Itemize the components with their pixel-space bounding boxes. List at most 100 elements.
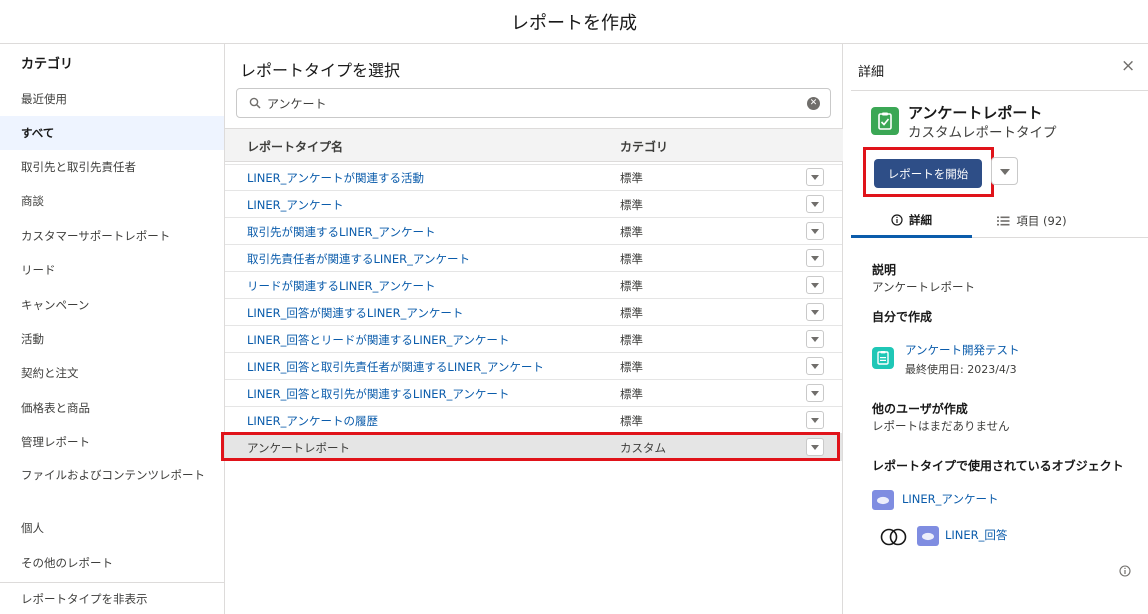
row-menu-chevron-down-icon[interactable] [806, 438, 824, 456]
join-icon [880, 528, 908, 550]
sidebar-item-other-reports[interactable]: その他のレポート [0, 546, 224, 580]
start-button-highlight: レポートを開始 [863, 147, 994, 197]
close-icon[interactable]: × [1121, 56, 1135, 76]
detail-panel: 詳細 × アンケートレポート カスタムレポートタイプ レポートを開始 詳細 項目… [843, 44, 1148, 614]
table-row-selected[interactable]: アンケートレポート カスタム [225, 434, 842, 461]
row-menu-chevron-down-icon[interactable] [806, 411, 824, 429]
sidebar-item-recent[interactable]: 最近使用 [0, 82, 224, 116]
report-type-name[interactable]: LINER_アンケートが関連する活動 [247, 170, 424, 186]
report-icon [872, 347, 894, 369]
start-report-menu-chevron-down-icon[interactable] [991, 157, 1018, 185]
info-icon [891, 213, 903, 226]
report-type-category: 標準 [620, 225, 643, 239]
table-row[interactable]: 取引先が関連するLINER_アンケート 標準 [225, 218, 842, 245]
hide-report-types-link[interactable]: レポートタイプを非表示 [0, 582, 224, 614]
own-report-last-used: 最終使用日: 2023/4/3 [905, 363, 1017, 376]
tab-fields[interactable]: 項目 (92) [972, 204, 1092, 238]
object-link[interactable]: LINER_アンケート [902, 491, 998, 507]
clear-search-icon[interactable]: ✕ [807, 97, 820, 110]
table-row[interactable]: LINER_回答と取引先責任者が関連するLINER_アンケート 標準 [225, 353, 842, 380]
report-type-category: 標準 [620, 333, 643, 347]
report-type-category: カスタム [620, 441, 666, 455]
object-icon [872, 490, 894, 510]
object-icon [917, 526, 939, 546]
report-type-list-panel: レポートタイプを選択 アンケート ✕ レポートタイプ名 カテゴリ LINER_ア… [225, 44, 843, 614]
object-link[interactable]: LINER_回答 [945, 527, 1007, 543]
start-report-button[interactable]: レポートを開始 [874, 159, 982, 188]
sidebar-heading: カテゴリ [21, 57, 74, 72]
sidebar-item-customer-support[interactable]: カスタマーサポートレポート [0, 219, 224, 253]
row-menu-chevron-down-icon[interactable] [806, 303, 824, 321]
report-type-name[interactable]: LINER_アンケート [247, 197, 343, 213]
report-type-title: アンケートレポート [908, 104, 1043, 122]
row-menu-chevron-down-icon[interactable] [806, 276, 824, 294]
report-type-category: 標準 [620, 414, 643, 428]
sidebar-item-campaigns[interactable]: キャンペーン [0, 288, 224, 322]
report-type-category: 標準 [620, 198, 643, 212]
search-input[interactable]: アンケート ✕ [236, 88, 831, 118]
tab-details-label: 詳細 [909, 212, 932, 227]
table-row[interactable]: LINER_アンケートが関連する活動 標準 [225, 164, 842, 191]
created-by-others-text: レポートはまだありません [872, 419, 1010, 433]
table-row[interactable]: LINER_回答とリードが関連するLINER_アンケート 標準 [225, 326, 842, 353]
column-header-category[interactable]: カテゴリ [620, 138, 668, 155]
report-type-name[interactable]: アンケートレポート [247, 440, 350, 456]
report-type-name[interactable]: 取引先が関連するLINER_アンケート [247, 224, 435, 240]
report-type-category: 標準 [620, 171, 643, 185]
detail-tabs: 詳細 項目 (92) [851, 204, 1148, 238]
report-type-category: 標準 [620, 360, 643, 374]
table-row[interactable]: 取引先責任者が関連するLINER_アンケート 標準 [225, 245, 842, 272]
search-icon [243, 88, 267, 118]
report-type-subtitle: カスタムレポートタイプ [908, 125, 1057, 141]
table-row[interactable]: LINER_回答が関連するLINER_アンケート 標準 [225, 299, 842, 326]
tab-details[interactable]: 詳細 [851, 204, 972, 238]
created-by-me-label: 自分で作成 [872, 310, 933, 324]
report-type-name[interactable]: LINER_アンケートの履歴 [247, 413, 378, 429]
sidebar-item-all[interactable]: すべて [0, 116, 224, 150]
table-row[interactable]: リードが関連するLINER_アンケート 標準 [225, 272, 842, 299]
report-type-category: 標準 [620, 252, 643, 266]
table-row[interactable]: LINER_アンケートの履歴 標準 [225, 407, 842, 434]
sidebar-item-leads[interactable]: リード [0, 253, 224, 287]
sidebar-item-personal[interactable]: 個人 [0, 511, 224, 545]
modal-header: レポートを作成 [0, 0, 1148, 44]
report-type-name[interactable]: LINER_回答が関連するLINER_アンケート [247, 305, 463, 321]
category-sidebar: カテゴリ 最近使用 すべて 取引先と取引先責任者 商談 カスタマーサポートレポー… [0, 44, 225, 614]
tab-fields-label: 項目 (92) [1016, 214, 1067, 228]
objects-label: レポートタイプで使用されているオブジェクト [872, 459, 1124, 473]
table-row[interactable]: LINER_回答と取引先が関連するLINER_アンケート 標準 [225, 380, 842, 407]
sidebar-item-activities[interactable]: 活動 [0, 322, 224, 356]
report-type-category: 標準 [620, 387, 643, 401]
row-menu-chevron-down-icon[interactable] [806, 222, 824, 240]
sidebar-item-price-books[interactable]: 価格表と商品 [0, 391, 224, 425]
sidebar-item-admin-reports[interactable]: 管理レポート [0, 425, 224, 459]
sidebar-item-contracts-orders[interactable]: 契約と注文 [0, 356, 224, 390]
list-icon [997, 216, 1010, 226]
divider [851, 90, 1148, 91]
report-type-name[interactable]: 取引先責任者が関連するLINER_アンケート [247, 251, 470, 267]
description-label: 説明 [872, 263, 897, 277]
sidebar-item-opportunities[interactable]: 商談 [0, 184, 224, 218]
row-menu-chevron-down-icon[interactable] [806, 357, 824, 375]
report-type-name[interactable]: LINER_回答とリードが関連するLINER_アンケート [247, 332, 509, 348]
row-menu-chevron-down-icon[interactable] [806, 195, 824, 213]
row-menu-chevron-down-icon[interactable] [806, 249, 824, 267]
own-report-link[interactable]: アンケート開発テスト [905, 342, 1020, 358]
report-type-name[interactable]: LINER_回答と取引先が関連するLINER_アンケート [247, 386, 509, 402]
info-icon[interactable] [1119, 562, 1131, 581]
report-type-category: 標準 [620, 306, 643, 320]
sidebar-item-files-content[interactable]: ファイルおよびコンテンツレポート [0, 459, 224, 509]
row-menu-chevron-down-icon[interactable] [806, 384, 824, 402]
column-header-name[interactable]: レポートタイプ名 [247, 138, 343, 155]
select-report-type-title: レポートタイプを選択 [240, 61, 401, 80]
created-by-others-label: 他のユーザが作成 [872, 402, 968, 416]
table-row[interactable]: LINER_アンケート 標準 [225, 191, 842, 218]
row-menu-chevron-down-icon[interactable] [806, 330, 824, 348]
detail-heading: 詳細 [858, 65, 885, 80]
row-menu-chevron-down-icon[interactable] [806, 168, 824, 186]
table-header: レポートタイプ名 カテゴリ [225, 128, 843, 162]
report-type-name[interactable]: リードが関連するLINER_アンケート [247, 278, 435, 294]
report-type-name[interactable]: LINER_回答と取引先責任者が関連するLINER_アンケート [247, 359, 544, 375]
sidebar-item-accounts-contacts[interactable]: 取引先と取引先責任者 [0, 150, 224, 184]
modal-title: レポートを作成 [511, 12, 637, 34]
